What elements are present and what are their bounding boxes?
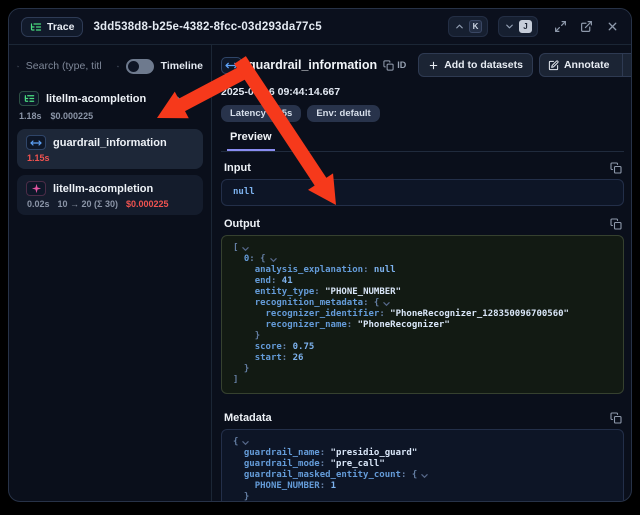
tree-item-label: guardrail_information [53, 137, 167, 149]
filter-sliders-icon[interactable] [117, 60, 119, 73]
copy-icon [610, 218, 622, 230]
tree-controls [172, 93, 201, 104]
copy-input-button[interactable] [610, 162, 622, 174]
open-in-new-button[interactable] [580, 20, 593, 33]
annotate-split-button: Annotate [539, 53, 631, 77]
trace-detail-window: Trace 3dd538d8-b25e-4382-8fcc-03d293da77… [8, 8, 632, 502]
annotate-button[interactable]: Annotate [540, 54, 618, 76]
external-link-icon [580, 20, 593, 33]
item-tokens: 10 → 20 (Σ 30) [58, 199, 118, 209]
trace-id: 3dd538d8-b25e-4382-8fcc-03d293da77c5 [93, 21, 321, 33]
input-section-header: Input [221, 162, 624, 174]
pencil-square-icon [548, 60, 559, 71]
tree-item-guardrail-information[interactable]: guardrail_information 1.15s [17, 129, 203, 169]
screenshot-stage: Trace 3dd538d8-b25e-4382-8fcc-03d293da77… [0, 0, 640, 515]
left-right-arrow-icon [225, 59, 238, 72]
window-body: Timeline litellm-acompletion [9, 45, 631, 502]
metadata-json-viewer[interactable]: { guardrail_name: "presidio_guard" guard… [221, 429, 624, 502]
next-observation-button[interactable]: J [498, 16, 538, 37]
annotate-label: Annotate [564, 59, 610, 71]
env-badge: Env: default [307, 105, 379, 122]
observation-detail-panel: guardrail_information ID Add to datasets… [212, 45, 631, 502]
root-cost: $0.000225 [51, 111, 94, 121]
tree-root-label: litellm-acompletion [46, 93, 146, 105]
close-button[interactable] [606, 20, 619, 33]
search-icon [17, 60, 19, 73]
annotate-dropdown-button[interactable] [628, 54, 631, 76]
latency-badge: Latency 1.15s [221, 105, 301, 122]
close-icon [606, 20, 619, 33]
search-input[interactable] [26, 60, 110, 72]
item-cost: $0.000225 [126, 199, 169, 209]
copy-metadata-button[interactable] [610, 412, 622, 424]
copy-output-button[interactable] [610, 218, 622, 230]
item-latency: 0.02s [27, 199, 50, 209]
root-latency: 1.18s [19, 111, 42, 121]
prev-observation-button[interactable]: K [448, 16, 488, 37]
observation-tree: litellm-acompletion 1.18s $0.000225 [17, 89, 203, 215]
metadata-section-header: Metadata [221, 412, 624, 424]
id-label: ID [397, 60, 406, 70]
search-row: Timeline [17, 53, 203, 79]
copy-icon [383, 60, 394, 71]
plus-icon [428, 60, 439, 71]
input-json-viewer[interactable]: null [221, 179, 624, 206]
metadata-label: Metadata [224, 412, 272, 424]
generation-node-badge [26, 181, 46, 196]
tree-root-row[interactable]: litellm-acompletion [17, 89, 203, 108]
list-tree-icon [24, 93, 35, 104]
expand-button[interactable] [554, 20, 567, 33]
detail-header: guardrail_information ID Add to datasets… [221, 53, 624, 77]
observation-timestamp: 2025-05-16 09:44:14.667 [221, 86, 624, 98]
sparkle-icon [31, 183, 42, 194]
toggle-knob [128, 61, 139, 72]
span-type-badge [221, 57, 242, 74]
minimize-icon[interactable] [190, 93, 201, 104]
tree-item-row: litellm-acompletion [26, 181, 194, 196]
tab-bar: Preview [221, 131, 624, 152]
trace-node-badge [19, 91, 39, 106]
tree-item-metrics: 1.15s [26, 153, 194, 163]
collapse-chevron-icon[interactable] [172, 93, 183, 104]
maximize-icon [554, 20, 567, 33]
copy-icon [610, 162, 622, 174]
timeline-toggle[interactable] [126, 59, 154, 74]
tab-preview[interactable]: Preview [227, 131, 275, 151]
timeline-label: Timeline [161, 60, 203, 72]
trace-tree-sidebar: Timeline litellm-acompletion [9, 45, 212, 502]
chevron-down-icon [504, 21, 515, 32]
tree-item-label: litellm-acompletion [53, 183, 153, 195]
shortcut-key-j: J [519, 20, 532, 33]
button-divider [622, 54, 623, 76]
observation-title: guardrail_information [248, 58, 377, 72]
copy-icon [610, 412, 622, 424]
copy-id-button[interactable]: ID [383, 60, 406, 71]
tree-item-row: guardrail_information [26, 135, 194, 150]
trace-type-badge: Trace [21, 17, 83, 37]
tree-root-metrics: 1.18s $0.000225 [17, 108, 203, 121]
output-json-viewer[interactable]: [ 0: { analysis_explanation: null end: 4… [221, 235, 624, 394]
topbar: Trace 3dd538d8-b25e-4382-8fcc-03d293da77… [9, 9, 631, 45]
list-tree-icon [30, 21, 42, 33]
metric-badges: Latency 1.15s Env: default [221, 105, 624, 122]
output-label: Output [224, 218, 260, 230]
span-node-badge [26, 135, 46, 150]
add-to-datasets-label: Add to datasets [444, 59, 523, 71]
trace-badge-label: Trace [47, 21, 74, 33]
add-to-datasets-button[interactable]: Add to datasets [418, 53, 533, 77]
tree-item-metrics: 0.02s 10 → 20 (Σ 30) $0.000225 [26, 199, 194, 209]
output-section-header: Output [221, 218, 624, 230]
topbar-actions [554, 20, 619, 33]
shortcut-key-k: K [469, 20, 482, 33]
item-latency: 1.15s [27, 153, 50, 163]
input-label: Input [224, 162, 251, 174]
tree-item-litellm-acompletion[interactable]: litellm-acompletion 0.02s 10 → 20 (Σ 30)… [17, 175, 203, 215]
chevron-up-icon [454, 21, 465, 32]
left-right-arrow-icon [30, 137, 42, 149]
